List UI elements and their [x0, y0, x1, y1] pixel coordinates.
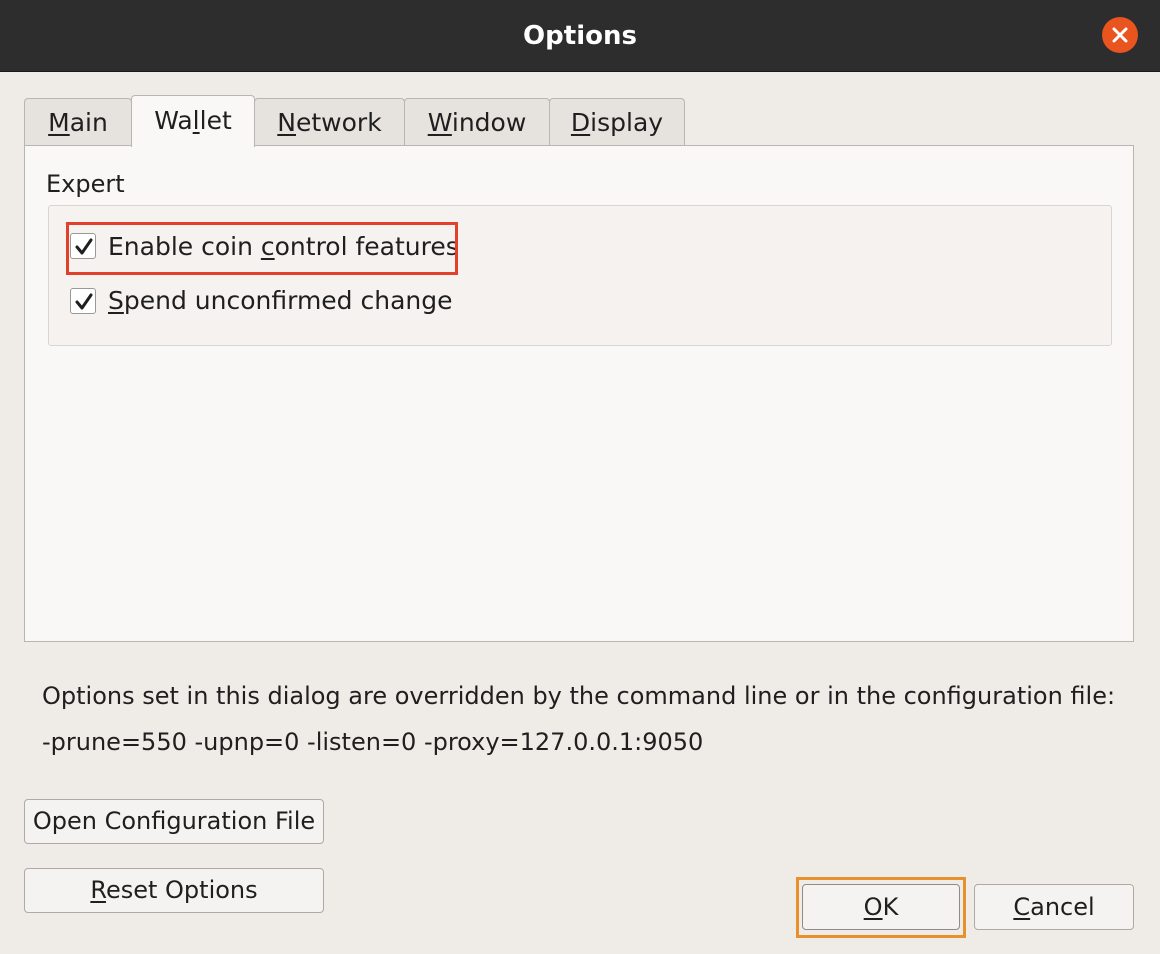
override-options-text: -prune=550 -upnp=0 -listen=0 -proxy=127.… — [42, 728, 704, 756]
expert-groupbox — [48, 205, 1112, 346]
tab-window[interactable]: Window — [404, 98, 550, 146]
tab-display[interactable]: Display — [549, 98, 685, 146]
ok-button[interactable]: OK — [802, 884, 960, 930]
cancel-button[interactable]: Cancel — [974, 884, 1134, 930]
checkmark-icon — [75, 238, 93, 255]
reset-options-button[interactable]: Reset Options — [24, 868, 324, 913]
spend-unconfirmed-label[interactable]: Spend unconfirmed change — [108, 285, 453, 317]
expert-group-title: Expert — [46, 170, 125, 198]
close-icon — [1112, 27, 1128, 43]
checkmark-icon — [75, 293, 93, 310]
coin-control-label[interactable]: Enable coin control features — [108, 231, 459, 263]
spend-unconfirmed-checkbox[interactable] — [70, 288, 96, 314]
title-bar: Options — [0, 0, 1160, 72]
open-config-file-button[interactable]: Open Configuration File — [24, 799, 324, 844]
close-button[interactable] — [1102, 17, 1138, 53]
window-title: Options — [523, 21, 637, 51]
override-info-text: Options set in this dialog are overridde… — [42, 682, 1116, 710]
tab-network[interactable]: Network — [254, 98, 405, 146]
tab-wallet[interactable]: Wallet — [131, 95, 255, 147]
coin-control-checkbox[interactable] — [70, 233, 96, 259]
tab-main[interactable]: Main — [24, 98, 132, 146]
